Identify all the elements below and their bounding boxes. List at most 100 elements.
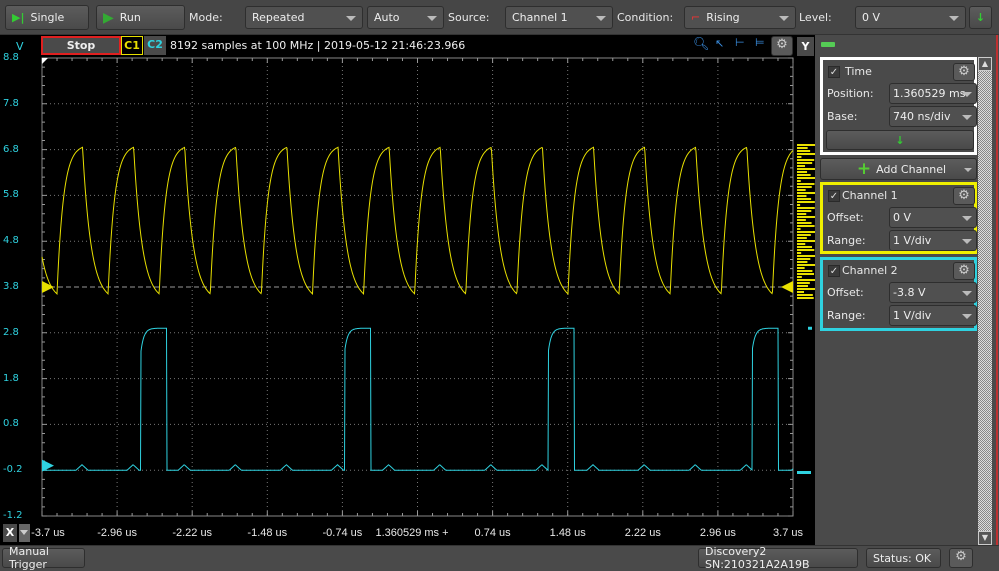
scroll-down-icon[interactable]: ▼: [978, 531, 992, 545]
channel1-offset-input[interactable]: 0 V: [889, 207, 977, 228]
x-axis-button[interactable]: X: [3, 524, 17, 542]
status-label: Status: OK: [873, 551, 932, 565]
channel1-offset-marker: [42, 281, 54, 293]
channel2-range-input[interactable]: 1 V/div: [889, 305, 977, 326]
mode-select[interactable]: Repeated: [245, 6, 363, 29]
arrow-down-icon: ↓: [895, 133, 905, 147]
x-tick-label: 1.48 us: [549, 527, 586, 539]
x-tick-label: 3.7 us: [773, 527, 803, 539]
channel2-histogram: [797, 326, 812, 474]
source-value: Channel 1: [512, 11, 568, 24]
run-label: Run: [119, 11, 141, 24]
x-tick-label: 2.22 us: [624, 527, 661, 539]
position-label: Position:: [827, 87, 874, 100]
x-tick-label: -2.96 us: [97, 527, 137, 539]
right-panel: ✓ Time ⚙ Position: 1.360529 ms Base: 740…: [815, 35, 999, 545]
chevron-down-icon: [427, 15, 437, 21]
channel1-gear-icon[interactable]: ⚙: [953, 187, 975, 205]
position-value: 1.360529 ms: [893, 87, 966, 100]
condition-label: Condition:: [617, 11, 674, 24]
chevron-down-icon: [20, 530, 28, 535]
chevron-down-icon: [962, 215, 972, 221]
device-button[interactable]: Discovery2 SN:210321A2A19B: [698, 545, 858, 571]
mode-label: Mode:: [189, 11, 223, 24]
channel2-offset-value: -3.8 V: [893, 286, 926, 299]
channel1-box: ✓ Channel 1 ⚙ Offset: 0 V Range: 1 V/div: [820, 182, 977, 254]
channel1-checkbox[interactable]: ✓: [828, 190, 840, 202]
source-label: Source:: [448, 11, 490, 24]
toolbar: ▶| Single ▶ Run Mode: Repeated Auto Sour…: [0, 0, 999, 35]
channel2-offset-label: Offset:: [827, 286, 864, 299]
trigger-position-marker: [42, 58, 48, 64]
chevron-down-icon: [962, 91, 972, 97]
single-label: Single: [30, 11, 65, 24]
run-button[interactable]: ▶ Run: [96, 5, 185, 30]
add-channel-label: Add Channel: [876, 162, 947, 176]
x-axis-dropdown[interactable]: [19, 524, 30, 542]
play-icon: ▶: [103, 9, 114, 26]
x-tick-label: 2.96 us: [699, 527, 736, 539]
position-input[interactable]: 1.360529 ms: [889, 83, 977, 104]
x-tick-label: -2.22 us: [172, 527, 213, 539]
channel1-range-label: Range:: [827, 234, 866, 247]
time-reset-button[interactable]: ↓: [826, 130, 974, 150]
arrow-down-icon: ↓: [975, 11, 986, 24]
source-select[interactable]: Channel 1: [505, 6, 613, 29]
channel2-gear-icon[interactable]: ⚙: [953, 262, 975, 280]
rising-edge-icon: ⌐: [691, 11, 701, 24]
chevron-down-icon: [962, 290, 972, 296]
level-input[interactable]: 0 V: [855, 6, 966, 29]
status-gear-icon[interactable]: ⚙: [949, 548, 973, 568]
collapse-icon[interactable]: [821, 42, 835, 47]
x-tick-label: -1.48 us: [247, 527, 288, 539]
channel1-range-value: 1 V/div: [893, 234, 932, 247]
single-icon: ▶|: [12, 11, 25, 24]
scope-canvas: [41, 57, 815, 517]
channel1-range-input[interactable]: 1 V/div: [889, 230, 977, 251]
condition-select[interactable]: ⌐ Rising: [684, 6, 796, 29]
condition-value: Rising: [706, 11, 740, 24]
channel1-title: Channel 1: [842, 189, 898, 202]
add-channel-button[interactable]: + Add Channel: [820, 158, 977, 180]
time-gear-icon[interactable]: ⚙: [953, 63, 975, 81]
chevron-down-icon: [962, 313, 972, 319]
channel1-offset-label: Offset:: [827, 211, 864, 224]
status-bar: Manual Trigger Discovery2 SN:210321A2A19…: [0, 545, 999, 571]
x-tick-label: -3.7 us: [31, 527, 65, 539]
base-input[interactable]: 740 ns/div: [889, 106, 977, 127]
single-button[interactable]: ▶| Single: [5, 5, 89, 30]
chevron-down-icon: [964, 168, 972, 172]
chevron-down-icon: [949, 15, 959, 21]
time-checkbox[interactable]: ✓: [828, 66, 840, 78]
plot-area[interactable]: V Stop C1 C2 8192 samples at 100 MHz | 2…: [0, 35, 815, 545]
chevron-down-icon: [962, 238, 972, 244]
level-zero-button[interactable]: ↓: [969, 6, 992, 29]
x-tick-label: 0.74 us: [474, 527, 511, 539]
channel1-histogram: [797, 144, 815, 300]
channel2-box: ✓ Channel 2 ⚙ Offset: -3.8 V Range: 1 V/…: [820, 257, 977, 331]
level-label: Level:: [799, 11, 832, 24]
channel1-trace: [41, 146, 794, 296]
auto-select[interactable]: Auto: [367, 6, 444, 29]
channel2-offset-input[interactable]: -3.8 V: [889, 282, 977, 303]
x-tick-label: 1.360529 ms +: [375, 527, 449, 539]
manual-trigger-label: Manual Trigger: [9, 545, 49, 571]
scroll-up-icon[interactable]: ▲: [978, 57, 992, 71]
x-tick-label: -0.74 us: [322, 527, 363, 539]
channel2-range-label: Range:: [827, 309, 866, 322]
channel2-checkbox[interactable]: ✓: [828, 265, 840, 277]
status-button[interactable]: Status: OK: [866, 548, 941, 568]
channel1-offset-value: 0 V: [893, 211, 912, 224]
trigger-level-marker: [781, 281, 793, 293]
channel2-trace: [42, 327, 794, 472]
level-value: 0 V: [862, 11, 881, 24]
device-label: Discovery2 SN:210321A2A19B: [705, 545, 810, 571]
mode-value: Repeated: [252, 11, 305, 24]
panel-scrollbar[interactable]: ▲ ▼: [978, 57, 992, 545]
base-label: Base:: [827, 110, 858, 123]
chevron-down-icon: [779, 15, 789, 21]
window-border: [996, 35, 998, 545]
channel2-range-value: 1 V/div: [893, 309, 932, 322]
manual-trigger-button[interactable]: Manual Trigger: [2, 545, 85, 571]
time-box: ✓ Time ⚙ Position: 1.360529 ms Base: 740…: [820, 57, 977, 155]
